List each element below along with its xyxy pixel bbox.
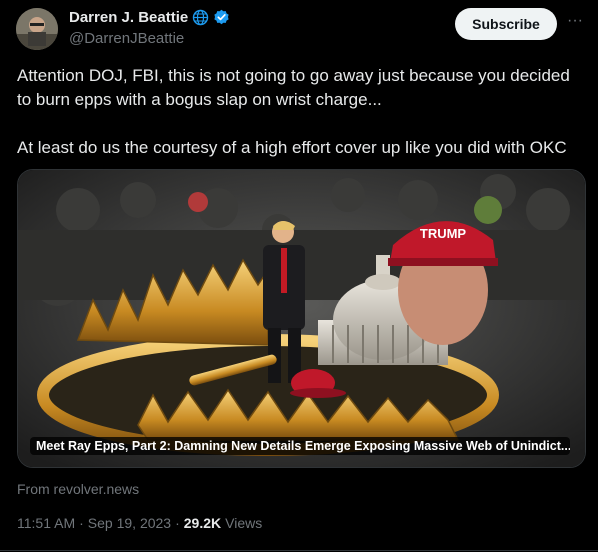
tweet-meta: 11:51 AM · Sep 19, 2023 · 29.2K Views (17, 515, 262, 531)
avatar[interactable] (16, 8, 58, 50)
divider (0, 550, 598, 551)
meta-separator: · (175, 515, 180, 531)
meta-separator: · (79, 515, 84, 531)
author-handle[interactable]: @DarrenJBeattie (69, 30, 184, 47)
card-image: TRUMP (18, 170, 585, 467)
globe-icon (192, 9, 209, 26)
views-label: Views (225, 515, 263, 531)
tweet-text: Attention DOJ, FBI, this is not going to… (17, 66, 570, 157)
subscribe-button[interactable]: Subscribe (455, 8, 557, 40)
card-title[interactable]: Meet Ray Epps, Part 2: Damning New Detai… (30, 437, 570, 455)
card-source[interactable]: From revolver.news (17, 481, 139, 497)
views-count[interactable]: 29.2K (184, 515, 221, 531)
tweet-date[interactable]: Sep 19, 2023 (88, 515, 171, 531)
more-options-icon[interactable]: ··· (565, 12, 585, 32)
verified-badge-icon[interactable] (213, 9, 230, 26)
tweet-time[interactable]: 11:51 AM (17, 515, 75, 531)
author-name-row: Darren J. Beattie (69, 9, 230, 26)
link-card[interactable]: TRUMP Meet Ray Epps, Part 2: Damning New… (17, 169, 586, 468)
hat-text: TRUMP (420, 226, 467, 241)
author-name[interactable]: Darren J. Beattie (69, 9, 188, 26)
avatar-image (16, 8, 58, 50)
